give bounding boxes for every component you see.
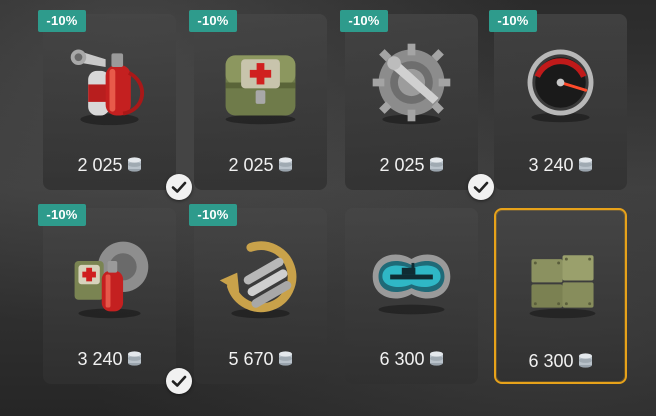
shop-item-armor-plates[interactable]: 6 300 xyxy=(494,208,627,384)
discount-badge: -10% xyxy=(38,10,86,32)
silver-coin-stack-icon xyxy=(278,350,293,367)
discount-badge: -10% xyxy=(189,204,237,226)
sonar-periscope-icon xyxy=(363,228,460,325)
price-value: 2 025 xyxy=(228,155,274,175)
shop-item-speedometer[interactable]: -10% 3 240 xyxy=(489,10,627,190)
silver-coin-stack-icon xyxy=(429,156,444,173)
owned-check-icon xyxy=(468,174,494,200)
price-label: 5 670 xyxy=(194,348,327,370)
shop-item-repair-kit[interactable]: -10% 2 025 xyxy=(340,10,494,200)
price-value: 5 670 xyxy=(228,349,274,369)
fire-extinguisher-icon xyxy=(61,34,158,131)
price-label: 2 025 xyxy=(194,154,327,176)
price-value: 6 300 xyxy=(379,349,425,369)
silver-coin-stack-icon xyxy=(278,156,293,173)
combo-repair-kit-icon xyxy=(61,228,158,325)
price-value: 2 025 xyxy=(379,155,425,175)
speedometer-icon xyxy=(512,34,609,131)
owned-check-icon xyxy=(166,368,192,394)
discount-badge: -10% xyxy=(340,10,388,32)
discount-badge: -10% xyxy=(189,10,237,32)
price-value: 3 240 xyxy=(77,349,123,369)
torpedo-reload-icon xyxy=(212,228,309,325)
shop-item-fire-extinguisher[interactable]: -10% 2 025 xyxy=(38,10,192,200)
silver-coin-stack-icon xyxy=(578,156,593,173)
silver-coin-stack-icon xyxy=(127,156,142,173)
armor-plates-icon xyxy=(514,230,611,327)
price-label: 6 300 xyxy=(496,350,625,372)
price-value: 3 240 xyxy=(528,155,574,175)
shop-item-torpedo-reload[interactable]: -10% 5 670 xyxy=(189,204,327,384)
owned-check-icon xyxy=(166,174,192,200)
price-value: 6 300 xyxy=(528,351,574,371)
silver-coin-stack-icon xyxy=(578,352,593,369)
medkit-icon xyxy=(212,34,309,131)
price-value: 2 025 xyxy=(77,155,123,175)
price-label: 6 300 xyxy=(345,348,478,370)
shop-item-medkit[interactable]: -10% 2 025 xyxy=(189,10,327,190)
repair-kit-gear-icon xyxy=(363,34,460,131)
discount-badge: -10% xyxy=(489,10,537,32)
price-label: 3 240 xyxy=(43,348,176,370)
shop-item-combo-repair[interactable]: -10% 3 240 xyxy=(38,204,192,394)
discount-badge: -10% xyxy=(38,204,86,226)
silver-coin-stack-icon xyxy=(127,350,142,367)
price-label: 2 025 xyxy=(345,154,478,176)
silver-coin-stack-icon xyxy=(429,350,444,367)
shop-item-sonar[interactable]: 6 300 xyxy=(345,208,478,384)
price-label: 2 025 xyxy=(43,154,176,176)
price-label: 3 240 xyxy=(494,154,627,176)
